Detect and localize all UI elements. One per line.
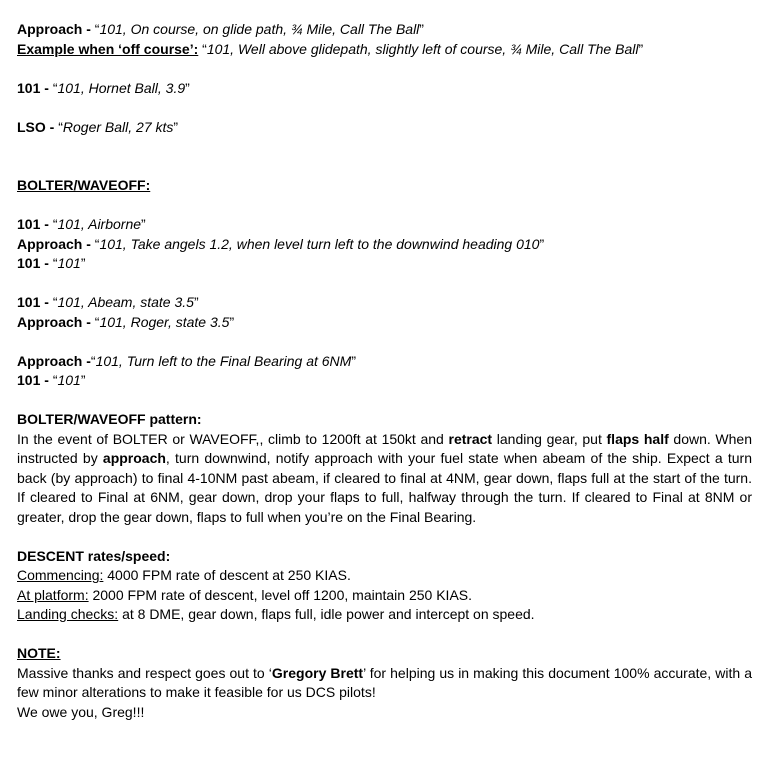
open-quote: “ (198, 40, 207, 57)
speaker-label: 101 - (17, 216, 53, 232)
note-heading: NOTE: (17, 645, 61, 661)
pattern-paragraph: In the event of BOLTER or WAVEOFF,, clim… (17, 430, 752, 528)
close-quote: ” (141, 216, 146, 232)
note-paragraph: Massive thanks and respect goes out to ‘… (17, 664, 752, 703)
descent-label: At platform: (17, 586, 89, 603)
note-text: Massive thanks and respect goes out to ‘ (17, 664, 272, 681)
radio-call-101-abeam: 101 - “101, Abeam, state 3.5” (17, 293, 752, 313)
radio-call-101-ack: 101 - “101” (17, 254, 752, 274)
speaker-label: 101 - (17, 372, 53, 388)
close-quote: ” (638, 40, 644, 57)
descent-text: 4000 FPM rate of descent at 250 KIAS. (103, 567, 351, 583)
pattern-text: landing gear, put (492, 430, 607, 447)
close-quote: ” (229, 313, 235, 330)
descent-commencing: Commencing: 4000 FPM rate of descent at … (17, 566, 752, 586)
close-quote: ” (185, 79, 190, 96)
radio-call-text: 101 (57, 372, 81, 388)
radio-call-off-course-example: Example when ‘off course’: “101, Well ab… (17, 40, 752, 60)
radio-call-approach-roger: Approach - “101, Roger, state 3.5” (17, 313, 752, 333)
speaker-label: LSO - (17, 118, 59, 135)
radio-call-text: 101, Take angels 1.2, when level turn le… (99, 235, 540, 252)
close-quote: ” (419, 21, 424, 37)
descent-platform: At platform: 2000 FPM rate of descent, l… (17, 586, 752, 606)
document-page: Approach - “ 101, On course, on glide pat… (17, 20, 752, 722)
bolter-waveoff-heading: BOLTER/WAVEOFF: (17, 177, 151, 193)
radio-call-text: 101, Well above glidepath, slightly left… (206, 40, 639, 57)
note-name: Gregory Brett (271, 664, 364, 681)
pattern-emphasis: retract (448, 430, 493, 447)
descent-text: at 8 DME, gear down, flaps full, idle po… (118, 606, 535, 622)
descent-label: Commencing: (17, 567, 104, 583)
radio-call-text: 101, Hornet Ball, 3.9 (57, 79, 186, 96)
radio-call-text: Roger Ball, 27 kts (62, 118, 174, 135)
close-quote: ” (80, 255, 86, 271)
pattern-emphasis: approach (102, 450, 166, 466)
radio-call-text: 101, Turn left to the Final Bearing at 6… (95, 352, 352, 369)
radio-call-approach-final-bearing: Approach -“101, Turn left to the Final B… (17, 352, 752, 372)
example-label: Example when ‘off course’: (17, 40, 199, 57)
speaker-label: 101 - (17, 255, 53, 271)
radio-call-101-final-ack: 101 - “101” (17, 371, 752, 391)
radio-call-approach: Approach - “101, On course, on glide pat… (17, 20, 752, 40)
radio-call-text: 101, Roger, state 3.5 (99, 313, 230, 330)
close-quote: ” (80, 372, 86, 388)
descent-landing-checks: Landing checks: at 8 DME, gear down, fla… (17, 605, 752, 625)
radio-call-approach-angels: Approach - “101, Take angels 1.2, when l… (17, 235, 752, 255)
speaker-label: Approach - (17, 21, 95, 37)
speaker-label: Approach - (17, 235, 95, 252)
close-quote: ” (173, 118, 179, 135)
radio-call-101-ball: 101 - “101, Hornet Ball, 3.9” (17, 79, 752, 99)
speaker-label: 101 - (17, 294, 53, 310)
radio-call-lso: LSO - “Roger Ball, 27 kts” (17, 118, 752, 138)
close-quote: ” (539, 235, 545, 252)
radio-call-text: 101, Abeam, state 3.5 (57, 294, 194, 310)
speaker-label: Approach - (17, 313, 95, 330)
pattern-emphasis: flaps half (606, 430, 669, 447)
radio-call-101-airborne: 101 - “101, Airborne” (17, 215, 752, 235)
pattern-text: In the event of BOLTER or WAVEOFF,, clim… (17, 430, 449, 447)
descent-text: 2000 FPM rate of descent, level off 1200… (88, 586, 473, 603)
descent-label: Landing checks: (17, 606, 119, 622)
close-quote: ” (351, 352, 356, 369)
speaker-label: Approach - (17, 352, 91, 369)
descent-heading: DESCENT rates/speed: (17, 547, 171, 564)
speaker-label: 101 - (17, 79, 53, 96)
radio-call-text: 101 (57, 255, 81, 271)
pattern-heading: BOLTER/WAVEOFF pattern: (17, 411, 202, 427)
radio-call-text: 101, On course, on glide path, ¾ Mile, C… (99, 21, 420, 37)
radio-call-text: 101, Airborne (57, 216, 142, 232)
note-closing: We owe you, Greg!!! (17, 703, 145, 720)
close-quote: ” (193, 294, 199, 310)
